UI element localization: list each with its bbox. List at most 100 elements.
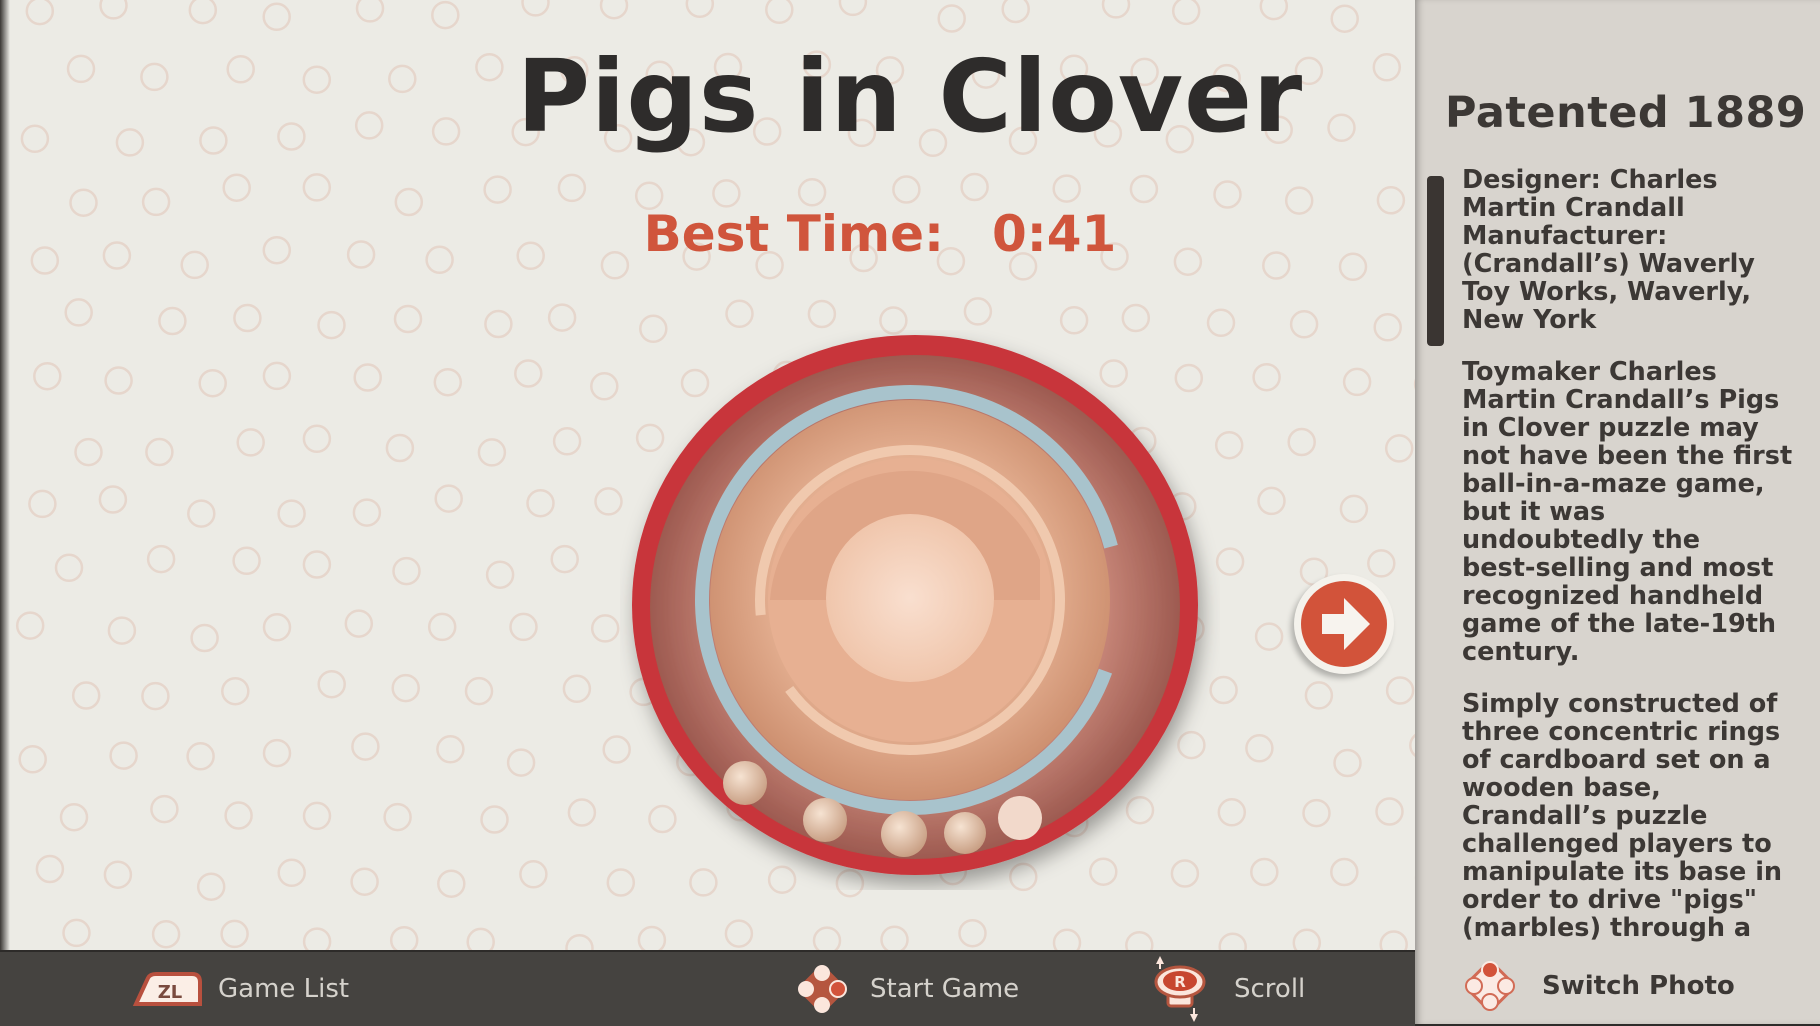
pattern-circle [1379, 930, 1408, 950]
pattern-circle [1129, 174, 1159, 204]
pattern-circle [1302, 798, 1331, 828]
pattern-circle [64, 298, 93, 327]
pattern-circle [302, 65, 332, 94]
pattern-circle [437, 869, 466, 898]
pattern-circle [562, 674, 592, 704]
pattern-circle [25, 0, 55, 26]
pattern-circle [637, 925, 667, 950]
pattern-circle [190, 623, 219, 653]
pattern-circle [1287, 427, 1316, 457]
pattern-circle [62, 918, 91, 948]
pattern-circle [436, 735, 465, 764]
pattern-circle [388, 64, 417, 94]
pattern-circle [262, 361, 292, 391]
pattern-circle [1376, 186, 1406, 215]
pattern-circle [433, 367, 463, 397]
pattern-circle [140, 62, 169, 92]
pattern-circle [150, 794, 179, 824]
pattern-circle [187, 499, 216, 528]
pattern-circle [262, 738, 292, 768]
pattern-circle [102, 241, 132, 270]
pattern-circle [590, 372, 619, 401]
pattern-circle [188, 0, 218, 25]
next-photo-button[interactable] [1294, 574, 1394, 674]
pattern-circle [98, 485, 128, 514]
pattern-circle [547, 303, 577, 332]
pattern-circle [483, 175, 512, 204]
marble [803, 798, 847, 842]
pattern-circle [33, 361, 62, 391]
pattern-circle [431, 0, 460, 30]
pattern-circle [484, 309, 513, 339]
pattern-circle [350, 867, 379, 896]
pattern-circle [1218, 932, 1247, 950]
pattern-circle [464, 676, 494, 706]
game-screen: Pigs in Clover Best Time: 0:41 Patented … [0, 0, 1820, 1026]
pattern-circle [1217, 798, 1247, 827]
scroll-hint[interactable]: R Scroll [1150, 952, 1305, 1026]
pattern-circle [262, 2, 291, 32]
pattern-circle [158, 306, 187, 336]
pattern-circle [514, 359, 543, 388]
pattern-circle [807, 299, 837, 329]
pattern-circle [109, 741, 138, 770]
pattern-circle [302, 424, 332, 454]
pattern-circle [20, 124, 50, 154]
svg-text:ZL: ZL [158, 982, 183, 1003]
pattern-circle [220, 919, 249, 949]
pattern-circle [302, 927, 332, 950]
pattern-circle [521, 0, 550, 17]
pattern-circle [385, 433, 415, 463]
pattern-circle [1250, 857, 1279, 887]
best-time-value: 0:41 [991, 205, 1117, 263]
arrow-right-icon [1322, 598, 1370, 650]
info-text[interactable]: Designer: Charles Martin Crandall Manufa… [1462, 166, 1812, 944]
pattern-circle [557, 173, 587, 203]
pattern-circle [277, 122, 306, 151]
pattern-circle [485, 560, 515, 589]
pattern-circle [1257, 486, 1286, 516]
pattern-circle [344, 609, 374, 638]
pattern-circle [594, 487, 623, 516]
pattern-circle [526, 488, 555, 518]
pattern-circle [1101, 0, 1131, 19]
marble [998, 796, 1042, 840]
scroll-label: Scroll [1234, 974, 1306, 1004]
pattern-circle [141, 681, 170, 711]
pattern-circle [434, 484, 463, 513]
pattern-circle [765, 0, 794, 25]
start-game-hint[interactable]: Start Game [794, 952, 1019, 1026]
pattern-circle [233, 303, 262, 333]
best-time-label: Best Time: [643, 205, 944, 263]
info-scrollbar[interactable] [1427, 176, 1444, 346]
best-time: Best Time: 0:41 [560, 205, 1200, 263]
pattern-circle [99, 0, 128, 20]
pattern-circle [937, 4, 966, 33]
pattern-circle [1372, 53, 1402, 82]
pattern-circle [1214, 430, 1244, 460]
game-list-hint[interactable]: ZL Game List [132, 952, 349, 1026]
pattern-circle [1375, 797, 1404, 826]
marble [944, 812, 986, 854]
info-panel: Patented 1889 Designer: Charles Martin C… [1415, 0, 1820, 1024]
pattern-circle [519, 860, 548, 889]
pattern-circle [1384, 434, 1414, 463]
pattern-circle [509, 612, 538, 642]
pattern-circle [477, 438, 507, 467]
pattern-circle [392, 556, 421, 586]
pattern-circle [103, 860, 133, 889]
pattern-circle [262, 235, 292, 265]
pattern-circle [180, 250, 209, 280]
pattern-circle [812, 926, 842, 950]
pattern-circle [725, 299, 754, 329]
pattern-circle [394, 187, 424, 217]
pattern-circle [797, 178, 827, 207]
center-post [826, 514, 994, 682]
svg-text:R: R [1174, 973, 1186, 991]
pattern-circle [892, 175, 921, 204]
pattern-circle [346, 240, 376, 269]
switch-photo-hint[interactable]: Switch Photo [1462, 958, 1735, 1014]
pattern-circle [1339, 494, 1369, 524]
pattern-circle [565, 933, 594, 950]
pattern-circle [567, 798, 597, 827]
